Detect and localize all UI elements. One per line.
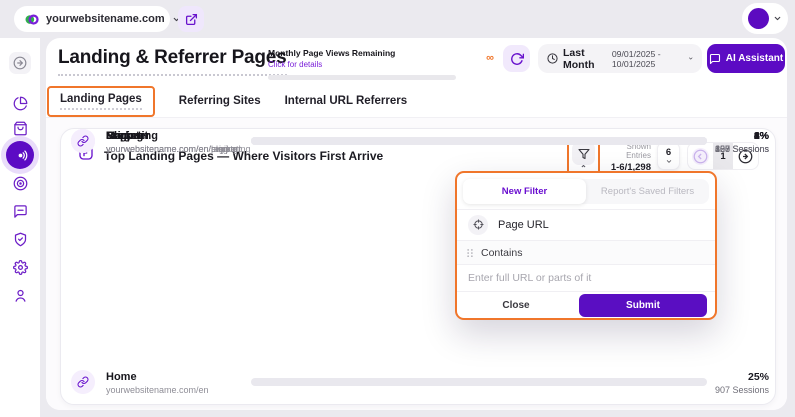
close-button[interactable]: Close [457,300,575,311]
crosshair-icon [468,215,488,235]
avatar [748,8,769,29]
link-icon [71,370,95,394]
chat-icon [709,53,721,65]
chat-bubble-icon [13,204,28,219]
monthly-views-widget: Monthly Page Views Remaining Click for d… [268,48,458,80]
percent-value: 25% [748,371,769,383]
date-range-label: 09/01/2025 - 10/01/2025 [612,49,693,69]
table-row[interactable]: Blog yourwebsitename.com/en/blog 1% 127 … [61,129,777,163]
filter-url-input[interactable] [457,265,715,292]
ai-assistant-label: AI Assistant [726,53,783,64]
external-link-icon [185,13,198,26]
sidebar [0,38,40,417]
sidebar-item-profile[interactable] [9,284,31,306]
site-favicon [24,12,39,27]
infinity-quota-label: ∞ [486,52,494,64]
filter-operator-label: Contains [481,247,522,259]
filter-operator-selector[interactable]: Contains [457,240,715,265]
tab-referring-sites[interactable]: Referring Sites [179,95,261,107]
sidebar-item-settings[interactable] [9,256,31,278]
tab-saved-filters[interactable]: Report's Saved Filters [586,179,709,204]
target-icon [13,176,28,191]
open-site-button[interactable] [178,6,204,32]
grid-handle-icon [466,248,474,258]
user-pin-icon [13,288,28,303]
site-name: yourwebsitename.com [46,13,165,25]
sessions-bar [251,137,707,145]
chevron-down-icon [773,14,782,23]
refresh-icon [510,52,524,66]
shopping-bag-icon [13,121,28,136]
topbar: yourwebsitename.com [0,0,795,38]
filter-field-label: Page URL [498,219,549,231]
page-url: yourwebsitename.com/en/blog [106,144,228,154]
sidebar-item-traffic-active[interactable] [6,141,34,169]
shield-check-icon [13,232,28,247]
site-selector[interactable]: yourwebsitename.com [14,6,170,32]
percent-value: 1% [754,130,769,142]
page-url: yourwebsitename.com/en [106,385,209,395]
gear-icon [13,260,28,275]
tab-new-filter[interactable]: New Filter [463,179,586,204]
monthly-views-label: Monthly Page Views Remaining [268,48,458,58]
report-tabs: Landing Pages Referring Sites Internal U… [46,87,407,115]
monthly-views-details-link[interactable]: Click for details [268,60,458,69]
radar-icon [13,148,28,163]
sidebar-item-security[interactable] [9,228,31,250]
pie-chart-icon [13,96,28,111]
monthly-views-progressbar [268,75,456,80]
clock-icon [547,53,558,64]
date-range-picker[interactable]: Last Month 09/01/2025 - 10/01/2025 [538,44,702,73]
table-row[interactable]: Home yourwebsitename.com/en 25% 907 Sess… [61,370,777,404]
sidebar-item-store[interactable] [9,117,31,139]
chevron-down-icon [688,55,693,62]
app-window: yourwebsitename.com [0,0,795,417]
page-title: Landing & Referrer Pages [58,47,287,76]
submit-button[interactable]: Submit [579,294,707,317]
filter-popup: New Filter Report's Saved Filters Page U… [455,171,717,320]
tab-landing-pages[interactable]: Landing Pages [60,93,142,110]
annotation-box-landing-pages: Landing Pages [47,86,155,117]
date-preset-label: Last Month [563,47,607,71]
sessions-value: 127 Sessions [715,144,769,154]
sidebar-item-analytics[interactable] [9,92,31,114]
user-menu[interactable] [742,3,788,34]
filter-popup-tabs: New Filter Report's Saved Filters [463,179,709,204]
tab-internal-url-referrers[interactable]: Internal URL Referrers [285,95,408,107]
sessions-bar [251,378,707,386]
page-name: Home [106,371,137,383]
filter-popup-footer: Close Submit [457,292,715,318]
sidebar-item-goals[interactable] [9,172,31,194]
sidebar-item-messages[interactable] [9,200,31,222]
filter-field-selector[interactable]: Page URL [457,210,715,239]
ai-assistant-button[interactable]: AI Assistant [707,44,785,73]
sessions-value: 907 Sessions [715,385,769,395]
page-name: Blog [106,130,130,142]
refresh-button[interactable] [503,45,530,72]
expand-sidebar-icon[interactable] [9,52,31,74]
link-icon [71,129,95,153]
